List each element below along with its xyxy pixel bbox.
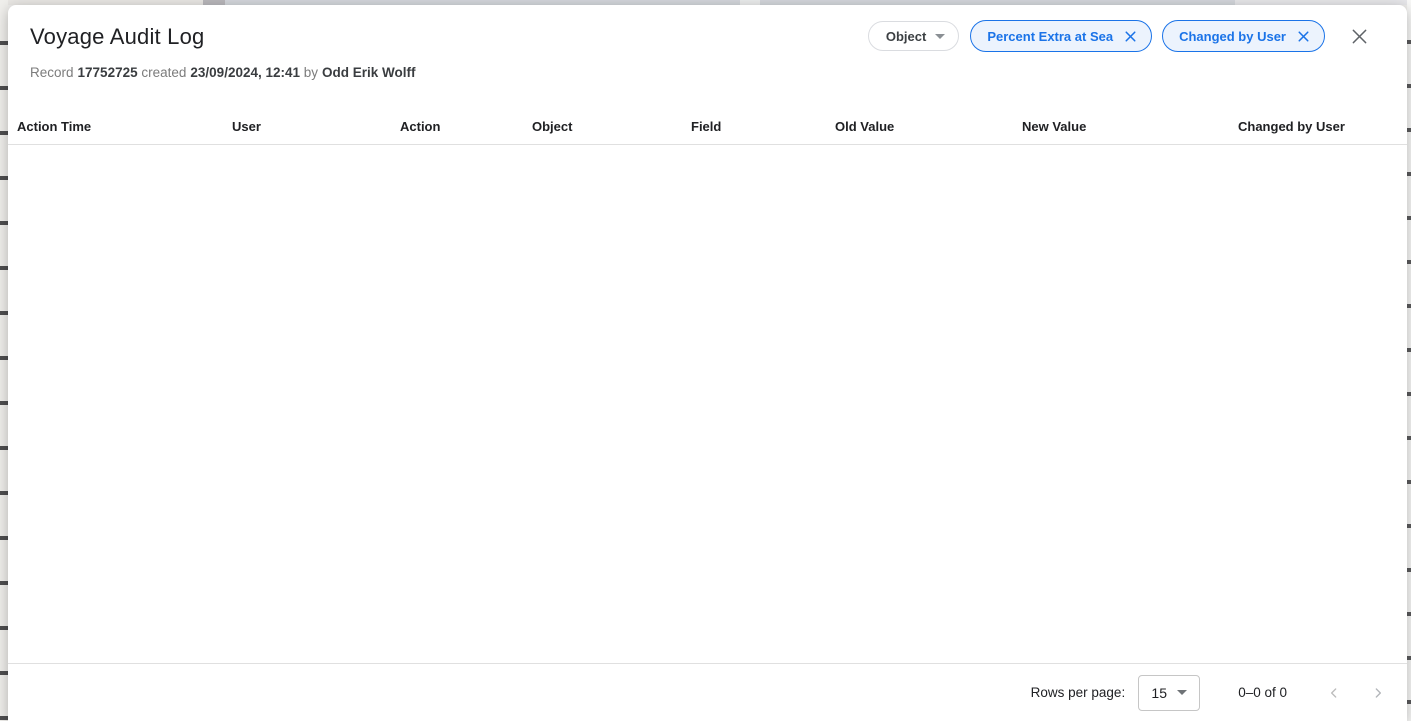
background-page-right-sliver: [1407, 0, 1411, 721]
dialog-header: Voyage Audit Log Record17752725 created2…: [8, 5, 1407, 80]
column-header-object: Object: [532, 119, 691, 134]
audit-table-header: Action Time User Action Object Field Old…: [8, 109, 1407, 145]
filter-chip-changed-by-user[interactable]: Changed by User: [1162, 20, 1325, 52]
chevron-down-icon: [1177, 690, 1187, 695]
column-header-action: Action: [400, 119, 532, 134]
created-by-user: Odd Erik Wolff: [322, 65, 416, 80]
column-header-user: User: [232, 119, 400, 134]
close-dialog-button[interactable]: [1346, 23, 1372, 49]
rows-per-page-select[interactable]: 15: [1138, 675, 1200, 711]
object-filter-dropdown[interactable]: Object: [868, 21, 959, 51]
chevron-left-icon: [1326, 685, 1342, 701]
record-info: Record17752725 created23/09/2024, 12:41 …: [30, 65, 1377, 80]
audit-table-body-empty: [8, 145, 1407, 663]
column-header-field: Field: [691, 119, 835, 134]
remove-filter-icon[interactable]: [1295, 28, 1312, 45]
created-label: created: [141, 65, 186, 80]
previous-page-button[interactable]: [1321, 680, 1347, 706]
object-filter-label: Object: [886, 29, 926, 44]
background-page-left-sliver: [0, 0, 8, 721]
filter-chip-percent-extra-at-sea[interactable]: Percent Extra at Sea: [970, 20, 1152, 52]
filter-chip-label: Changed by User: [1179, 29, 1286, 44]
filter-chip-label: Percent Extra at Sea: [987, 29, 1113, 44]
created-timestamp: 23/09/2024, 12:41: [190, 65, 300, 80]
column-header-old-value: Old Value: [835, 119, 1022, 134]
column-header-changed-by-user: Changed by User: [1238, 119, 1407, 134]
voyage-audit-log-dialog: Voyage Audit Log Record17752725 created2…: [8, 5, 1407, 721]
record-id: 17752725: [78, 65, 138, 80]
close-icon: [1349, 26, 1370, 47]
pager-controls: [1321, 680, 1391, 706]
remove-filter-icon[interactable]: [1122, 28, 1139, 45]
filter-chips-row: Object Percent Extra at Sea Changed by U…: [868, 20, 1372, 52]
record-label: Record: [30, 65, 74, 80]
next-page-button[interactable]: [1365, 680, 1391, 706]
pagination-range: 0–0 of 0: [1238, 685, 1287, 700]
column-header-new-value: New Value: [1022, 119, 1238, 134]
rows-per-page-value: 15: [1151, 685, 1167, 701]
chevron-right-icon: [1370, 685, 1386, 701]
by-label: by: [304, 65, 318, 80]
rows-per-page-label: Rows per page:: [1031, 685, 1126, 700]
pagination-bar: Rows per page: 15 0–0 of 0: [8, 663, 1407, 721]
chevron-down-icon: [935, 34, 945, 39]
column-header-action-time: Action Time: [17, 119, 232, 134]
